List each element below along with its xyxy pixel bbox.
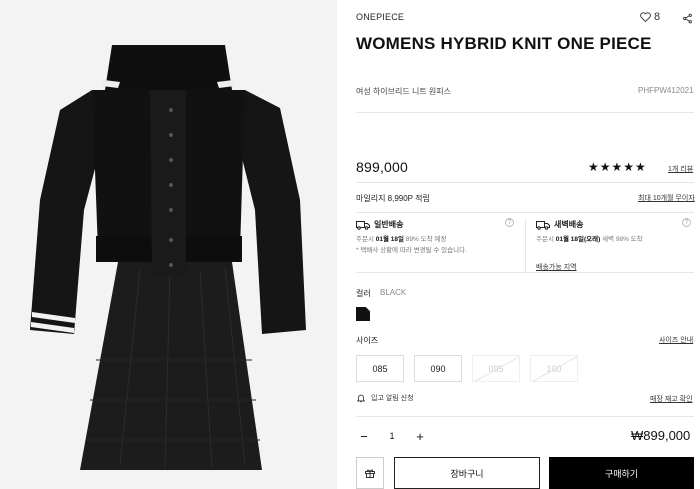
divider bbox=[356, 112, 694, 113]
total-price: ₩899,000 bbox=[631, 428, 691, 443]
dawn-shipping-title: 새벽배송 bbox=[554, 220, 584, 229]
quantity-decrease-button[interactable]: − bbox=[356, 430, 372, 443]
product-code: PHFPW412021 bbox=[638, 86, 694, 95]
size-option-085[interactable]: 085 bbox=[356, 355, 404, 382]
delivery-area-link[interactable]: 배송가능 지역 bbox=[536, 262, 577, 272]
installment-link[interactable]: 최대 10개월 무이자 bbox=[638, 193, 695, 203]
buy-now-button[interactable]: 구매하기 bbox=[549, 457, 694, 489]
product-price: 899,000 bbox=[356, 159, 409, 175]
share-icon bbox=[683, 13, 692, 24]
product-info-panel: ONEPIECE 8 WOMENS HYBRID KNIT ONE PIECE … bbox=[356, 0, 696, 489]
quantity-value[interactable]: 1 bbox=[384, 431, 400, 441]
store-stock-link[interactable]: 매장 재고 확인 bbox=[650, 394, 693, 404]
restock-notify-label: 입고 알림 신청 bbox=[371, 395, 414, 402]
size-option-095[interactable]: 095 bbox=[472, 355, 520, 382]
truck-icon bbox=[536, 220, 550, 230]
color-label: 컬러 bbox=[356, 289, 371, 298]
truck-icon bbox=[356, 220, 370, 230]
standard-shipping-title: 일반배송 bbox=[374, 220, 404, 229]
color-swatch-black[interactable] bbox=[356, 307, 370, 321]
rating-stars: ★★★★★ bbox=[588, 160, 647, 174]
gift-button[interactable] bbox=[356, 457, 384, 489]
help-icon[interactable]: ? bbox=[505, 218, 514, 227]
like-button[interactable]: 8 bbox=[640, 11, 660, 23]
heart-icon bbox=[640, 12, 651, 22]
product-subtitle: 여성 하이브리드 니트 원피스 bbox=[356, 87, 451, 96]
review-count-link[interactable]: 1개 리뷰 bbox=[668, 164, 693, 174]
dawn-shipping-date: 01월 18일(오래) bbox=[555, 236, 601, 243]
size-option-100[interactable]: 100 bbox=[530, 355, 578, 382]
product-title: WOMENS HYBRID KNIT ONE PIECE bbox=[356, 34, 652, 53]
shipping-notice: * 택배사 상황에 따라 변경될 수 있습니다. bbox=[356, 247, 467, 254]
restock-notify-button[interactable]: 입고 알림 신청 bbox=[356, 393, 414, 403]
divider bbox=[356, 416, 694, 417]
size-label: 사이즈 bbox=[356, 336, 379, 345]
add-to-cart-button[interactable]: 장바구니 bbox=[394, 457, 540, 489]
size-option-090[interactable]: 090 bbox=[414, 355, 462, 382]
bell-icon bbox=[356, 394, 366, 403]
help-icon[interactable]: ? bbox=[682, 218, 691, 227]
size-guide-link[interactable]: 사이즈 안내 bbox=[659, 335, 693, 345]
color-value: BLACK bbox=[380, 288, 407, 297]
share-button[interactable] bbox=[682, 11, 693, 29]
brand-name[interactable]: ONEPIECE bbox=[356, 12, 404, 22]
divider bbox=[356, 272, 694, 273]
dress-illustration bbox=[30, 45, 306, 470]
product-image[interactable] bbox=[0, 0, 337, 489]
shipping-info: 일반배송 주문시 01월 18일 89% 도착 예정 * 택배사 상황에 따라 … bbox=[356, 212, 694, 273]
standard-shipping: 일반배송 주문시 01월 18일 89% 도착 예정 * 택배사 상황에 따라 … bbox=[356, 213, 516, 256]
divider bbox=[356, 182, 694, 183]
gift-icon bbox=[365, 469, 375, 478]
dawn-shipping: 새벽배송 주문시 01월 18일(오래) 새벽 98% 도착 ? 배송가능 지역 bbox=[536, 213, 694, 271]
standard-shipping-date: 01월 18일 bbox=[375, 236, 404, 243]
divider bbox=[525, 219, 526, 273]
quantity-increase-button[interactable]: + bbox=[412, 430, 428, 443]
quantity-stepper: − 1 + bbox=[356, 426, 428, 446]
mileage-info: 마일리지 8,990P 적립 bbox=[356, 194, 430, 203]
like-count: 8 bbox=[654, 11, 661, 23]
